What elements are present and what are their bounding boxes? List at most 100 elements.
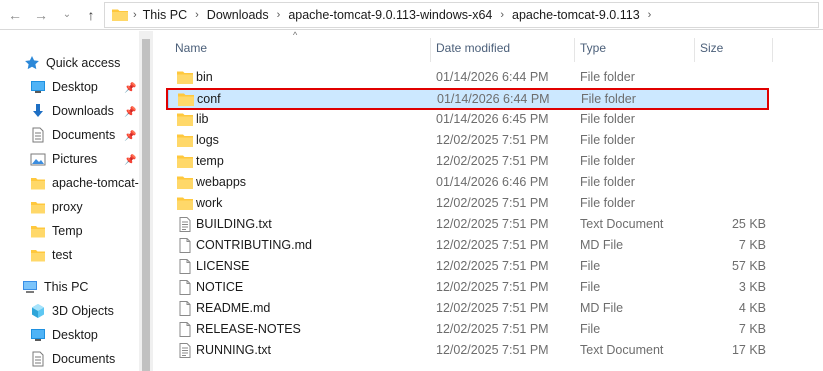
column-divider[interactable] [430, 38, 431, 62]
file-row[interactable]: BUILDING.txt 12/02/2025 7:51 PM Text Docum… [168, 214, 768, 235]
file-date-modified: 01/14/2026 6:44 PM [436, 70, 549, 84]
breadcrumb-tomcat-x64[interactable]: apache-tomcat-9.0.113-windows-x64 [288, 8, 492, 22]
file-icon [179, 280, 191, 295]
file-row[interactable]: temp 12/02/2025 7:51 PM File folder [168, 151, 768, 172]
file-name[interactable]: README.md [196, 298, 270, 319]
file-size: 17 KB [731, 343, 766, 357]
scrollbar-thumb[interactable] [142, 39, 150, 371]
folder-icon [31, 202, 45, 214]
pictures-icon [30, 153, 46, 166]
text-file-icon [179, 343, 191, 358]
file-name[interactable]: LICENSE [196, 256, 250, 277]
file-icon [179, 301, 191, 316]
sidebar-item-label: Documents [52, 352, 116, 366]
desktop-icon [31, 329, 45, 341]
file-size: 25 KB [731, 217, 766, 231]
file-type: Text Document [580, 343, 664, 357]
file-name[interactable]: logs [196, 130, 219, 151]
sidebar-item-label: Documents [52, 128, 116, 142]
back-arrow-icon[interactable]: ← [6, 6, 24, 24]
sidebar-item-label: Desktop [52, 328, 98, 342]
file-row[interactable]: logs 12/02/2025 7:51 PM File folder [168, 130, 768, 151]
recent-locations-chevron-icon[interactable]: ⌄ [58, 6, 76, 24]
documents-icon [32, 127, 44, 143]
breadcrumb-chevron-icon[interactable]: › [500, 9, 504, 21]
file-type: File [580, 280, 601, 294]
breadcrumb-tomcat[interactable]: apache-tomcat-9.0.113 [512, 8, 640, 22]
file-icon [179, 259, 191, 274]
pin-icon[interactable]: 📌 [124, 155, 136, 167]
file-type: File folder [580, 154, 635, 168]
file-row[interactable]: lib 01/14/2026 6:45 PM File folder [168, 109, 768, 130]
file-date-modified: 12/02/2025 7:51 PM [436, 259, 549, 273]
3d-objects-icon [32, 304, 44, 318]
pin-icon[interactable]: 📌 [124, 107, 136, 119]
file-name[interactable]: CONTRIBUTING.md [196, 235, 312, 256]
file-row[interactable]: conf 01/14/2026 6:44 PM File folder [168, 88, 768, 109]
file-size: 3 KB [738, 280, 766, 294]
folder-icon [31, 250, 45, 262]
folder-icon [177, 113, 193, 126]
download-icon [33, 104, 43, 117]
breadcrumb-this-pc[interactable]: This PC [143, 8, 187, 22]
column-divider[interactable] [694, 38, 695, 62]
file-row[interactable]: CONTRIBUTING.md 12/02/2025 7:51 PM MD File… [168, 235, 768, 256]
file-size [698, 67, 766, 88]
file-size [698, 130, 766, 151]
file-type: File folder [581, 92, 636, 106]
breadcrumb-chevron-icon[interactable]: › [133, 9, 137, 21]
file-row[interactable]: webapps 01/14/2026 6:46 PM File folder [168, 172, 768, 193]
file-name[interactable]: NOTICE [196, 277, 243, 298]
file-type: File folder [580, 196, 635, 210]
column-header-date[interactable]: Date modified [436, 34, 572, 62]
file-row[interactable]: README.md 12/02/2025 7:51 PM MD File 4 KB [168, 298, 768, 319]
file-row[interactable]: bin 01/14/2026 6:44 PM File folder [168, 67, 768, 88]
forward-arrow-icon[interactable]: → [32, 6, 50, 24]
file-row[interactable]: RUNNING.txt 12/02/2025 7:51 PM Text Docume… [168, 340, 768, 361]
file-name[interactable]: webapps [196, 172, 246, 193]
computer-icon [23, 281, 37, 293]
file-name[interactable]: work [196, 193, 222, 214]
file-type: Text Document [580, 217, 664, 231]
folder-icon [177, 71, 193, 84]
breadcrumb-chevron-icon[interactable]: › [195, 9, 199, 21]
column-header-type[interactable]: Type [580, 34, 690, 62]
navigation-scrollbar[interactable] [139, 31, 153, 371]
file-name[interactable]: conf [197, 89, 221, 110]
address-box[interactable]: › This PC › Downloads › apache-tomcat-9.… [104, 2, 819, 28]
file-name[interactable]: RUNNING.txt [196, 340, 271, 361]
file-size [698, 193, 766, 214]
file-date-modified: 12/02/2025 7:51 PM [436, 238, 549, 252]
up-arrow-icon[interactable]: ↑ [82, 6, 100, 24]
folder-icon [177, 134, 193, 147]
breadcrumb-chevron-icon[interactable]: › [648, 9, 652, 21]
file-row[interactable]: work 12/02/2025 7:51 PM File folder [168, 193, 768, 214]
file-row[interactable]: RELEASE-NOTES 12/02/2025 7:51 PM File 7 KB [168, 319, 768, 340]
file-type: File [580, 259, 601, 273]
sidebar-item-label: Downloads [52, 104, 114, 118]
file-row[interactable]: NOTICE 12/02/2025 7:51 PM File 3 KB [168, 277, 768, 298]
column-header-size[interactable]: Size [700, 34, 770, 62]
column-divider[interactable] [574, 38, 575, 62]
file-size: 4 KB [738, 301, 766, 315]
column-divider[interactable] [772, 38, 773, 62]
pin-icon[interactable]: 📌 [124, 83, 136, 95]
breadcrumb-downloads[interactable]: Downloads [207, 8, 269, 22]
file-name[interactable]: bin [196, 67, 213, 88]
file-name[interactable]: temp [196, 151, 224, 172]
file-size [699, 89, 767, 110]
file-name[interactable]: RELEASE-NOTES [196, 319, 301, 340]
file-size [698, 151, 766, 172]
sidebar-item-label: test [52, 248, 73, 262]
file-name[interactable]: BUILDING.txt [196, 214, 272, 235]
file-name[interactable]: lib [196, 109, 209, 130]
column-header-name[interactable]: Name [175, 34, 427, 62]
file-type: MD File [580, 238, 624, 252]
file-type: File folder [580, 133, 635, 147]
file-date-modified: 12/02/2025 7:51 PM [436, 154, 549, 168]
folder-icon [112, 9, 128, 21]
file-row[interactable]: LICENSE 12/02/2025 7:51 PM File 57 KB [168, 256, 768, 277]
file-date-modified: 12/02/2025 7:51 PM [436, 217, 549, 231]
pin-icon[interactable]: 📌 [124, 131, 136, 143]
breadcrumb-chevron-icon[interactable]: › [277, 9, 281, 21]
